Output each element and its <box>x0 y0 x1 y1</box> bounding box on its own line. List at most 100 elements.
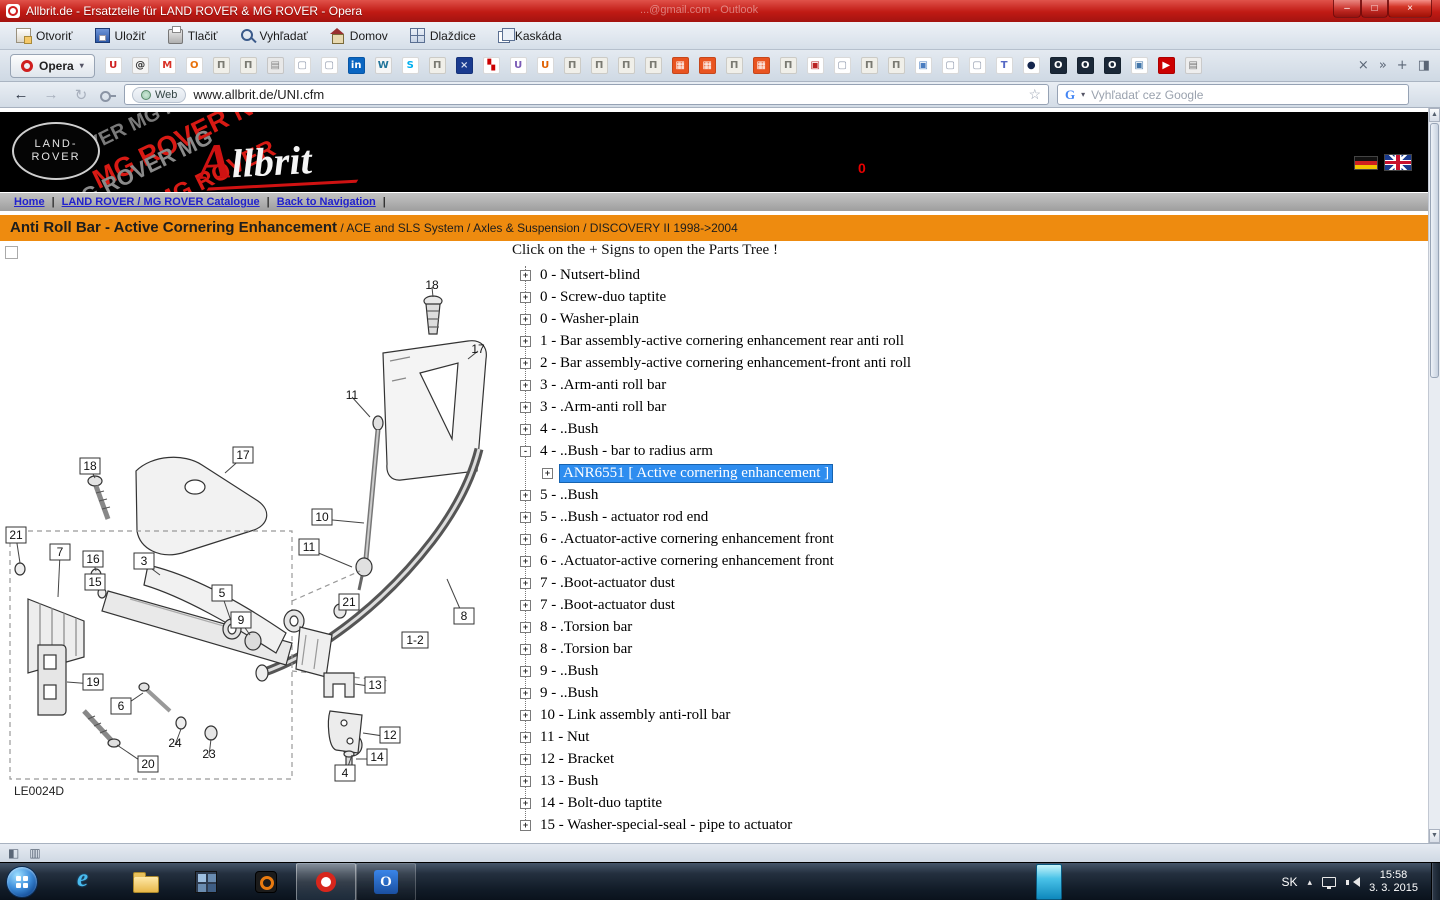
tree-item-label[interactable]: 3 - .Arm-anti roll bar <box>537 399 669 416</box>
minimize-button[interactable]: – <box>1333 0 1361 18</box>
tree-item-label[interactable]: 10 - Link assembly anti-roll bar <box>537 707 733 724</box>
expand-icon[interactable]: + <box>520 380 531 391</box>
bookmark-favicon[interactable]: ▣ <box>915 57 932 74</box>
expand-icon[interactable]: + <box>520 270 531 281</box>
tree-item-label[interactable]: 4 - ..Bush - bar to radius arm <box>537 443 716 460</box>
close-icon[interactable]: × <box>1358 58 1369 73</box>
tree-item-label[interactable]: 0 - Screw-duo taptite <box>537 289 669 306</box>
reload-button[interactable]: ↻ <box>70 86 92 104</box>
taskbar-explorer-button[interactable] <box>116 863 176 900</box>
panels-toggle-button[interactable]: ◨ <box>1418 58 1430 73</box>
page-scrollbar[interactable]: ▲ ▼ <box>1428 108 1440 843</box>
tree-item-label[interactable]: 7 - .Boot-actuator dust <box>537 575 678 592</box>
expand-icon[interactable]: + <box>520 336 531 347</box>
tree-item-label[interactable]: 5 - ..Bush <box>537 487 601 504</box>
expand-icon[interactable]: + <box>520 600 531 611</box>
uk-flag-icon[interactable] <box>1384 154 1412 171</box>
bookmark-favicon[interactable]: Π <box>591 57 608 74</box>
tree-item-label[interactable]: 2 - Bar assembly-active cornering enhanc… <box>537 355 914 372</box>
tree-item-label[interactable]: 11 - Nut <box>537 729 592 746</box>
collapse-icon[interactable]: - <box>520 446 531 457</box>
nav-link-back-to-navigation[interactable]: Back to Navigation <box>277 196 376 208</box>
bookmark-favicon[interactable]: U <box>105 57 122 74</box>
expand-icon[interactable]: + <box>520 402 531 413</box>
taskbar-clock[interactable]: 15:58 3. 3. 2015 <box>1369 869 1418 895</box>
bookmark-favicon[interactable]: ▢ <box>294 57 311 74</box>
tree-item-label[interactable]: 8 - .Torsion bar <box>537 641 635 658</box>
bookmark-favicon[interactable]: Π <box>564 57 581 74</box>
tree-item-label[interactable]: 0 - Nutsert-blind <box>537 267 643 284</box>
bookmark-favicon[interactable]: ▢ <box>969 57 986 74</box>
bookmark-favicon[interactable]: T <box>996 57 1013 74</box>
network-icon[interactable] <box>1322 877 1336 887</box>
bookmark-favicon[interactable]: W <box>375 57 392 74</box>
expand-icon[interactable]: + <box>520 512 531 523</box>
site-badge[interactable]: Web <box>132 87 186 103</box>
show-desktop-button[interactable] <box>1431 863 1440 900</box>
tree-item-label[interactable]: 9 - ..Bush <box>537 663 601 680</box>
bookmark-favicon[interactable]: ▢ <box>834 57 851 74</box>
expand-icon[interactable]: + <box>520 578 531 589</box>
bookmark-favicon[interactable]: ▣ <box>807 57 824 74</box>
expand-icon[interactable]: + <box>520 798 531 809</box>
tree-item-label[interactable]: 1 - Bar assembly-active cornering enhanc… <box>537 333 907 350</box>
bookmark-favicon[interactable]: M <box>159 57 176 74</box>
tree-item-label[interactable]: ANR6551 [ Active cornering enhancement ] <box>559 464 833 483</box>
bookmark-favicon[interactable]: ▢ <box>942 57 959 74</box>
start-button[interactable] <box>6 866 38 898</box>
expand-icon[interactable]: + <box>520 666 531 677</box>
bookmark-favicon[interactable]: ▢ <box>321 57 338 74</box>
bookmark-favicon[interactable]: S <box>402 57 419 74</box>
tree-item-label[interactable]: 13 - Bush <box>537 773 601 790</box>
bookmark-favicon[interactable]: in <box>348 57 365 74</box>
tree-item-label[interactable]: 14 - Bolt-duo taptite <box>537 795 665 812</box>
tray-expand-icon[interactable]: ▴ <box>1308 877 1313 888</box>
taskbar-app-button[interactable] <box>176 863 236 900</box>
tree-item-label[interactable]: 6 - .Actuator-active cornering enhanceme… <box>537 531 837 548</box>
tree-item-label[interactable]: 5 - ..Bush - actuator rod end <box>537 509 711 526</box>
taskbar-ie-button[interactable] <box>56 863 116 900</box>
expand-icon[interactable]: + <box>520 622 531 633</box>
search-field[interactable]: G ▾ Vyhľadať cez Google <box>1057 84 1409 105</box>
forward-button[interactable]: → <box>40 86 62 103</box>
bookmark-favicon[interactable]: ▣ <box>1131 57 1148 74</box>
nav-link-home[interactable]: Home <box>14 196 45 208</box>
save-button[interactable]: Uložiť <box>85 24 156 47</box>
expand-icon[interactable]: + <box>520 490 531 501</box>
bookmark-favicon[interactable]: Π <box>780 57 797 74</box>
bookmark-star-icon[interactable]: ☆ <box>1028 86 1041 103</box>
bookmark-favicon[interactable]: Π <box>429 57 446 74</box>
bookmark-favicon[interactable]: O <box>1050 57 1067 74</box>
bookmark-favicon[interactable]: ▤ <box>267 57 284 74</box>
tree-item-label[interactable]: 9 - ..Bush <box>537 685 601 702</box>
bookmark-favicon[interactable]: ▚ <box>483 57 500 74</box>
bookmark-favicon[interactable]: × <box>456 57 473 74</box>
bookmark-favicon[interactable]: ▦ <box>672 57 689 74</box>
tile-windows-button[interactable]: Dlaždice <box>400 24 486 47</box>
taskbar-media-button[interactable] <box>236 863 296 900</box>
bookmark-favicon[interactable]: U <box>510 57 527 74</box>
bookmark-favicon[interactable]: ▶ <box>1158 57 1175 74</box>
expand-icon[interactable]: + <box>520 358 531 369</box>
taskbar-outlook-button[interactable] <box>356 863 416 900</box>
bookmark-favicon[interactable]: ● <box>1023 57 1040 74</box>
bookmark-favicon[interactable]: O <box>186 57 203 74</box>
expand-icon[interactable]: + <box>520 710 531 721</box>
expand-icon[interactable]: + <box>520 732 531 743</box>
expand-icon[interactable]: + <box>520 424 531 435</box>
expand-icon[interactable]: + <box>520 688 531 699</box>
add-bookmark-button[interactable]: + <box>1397 58 1408 73</box>
bookmark-favicon[interactable]: Π <box>726 57 743 74</box>
scroll-up-button[interactable]: ▲ <box>1429 108 1440 122</box>
images-toggle-icon[interactable]: ▥ <box>29 846 40 860</box>
nav-link-catalogue[interactable]: LAND ROVER / MG ROVER Catalogue <box>62 196 260 208</box>
tree-item-label[interactable]: 8 - .Torsion bar <box>537 619 635 636</box>
print-button[interactable]: Tlačiť <box>158 23 228 48</box>
scrollbar-thumb[interactable] <box>1430 123 1439 378</box>
german-flag-icon[interactable] <box>1354 156 1378 170</box>
language-indicator[interactable]: SK <box>1282 875 1298 889</box>
password-wand-icon[interactable] <box>100 88 116 102</box>
expand-icon[interactable]: + <box>520 314 531 325</box>
find-button[interactable]: Vyhľadať <box>230 24 318 47</box>
bookmark-favicon[interactable]: ▤ <box>1185 57 1202 74</box>
